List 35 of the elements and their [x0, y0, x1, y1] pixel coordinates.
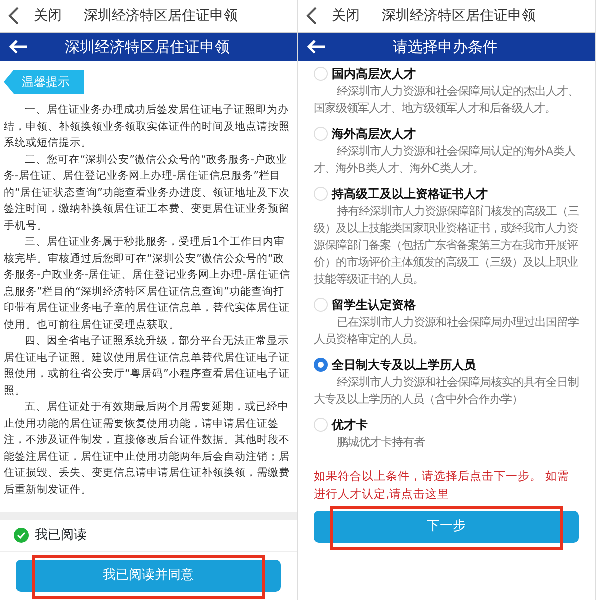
chevron-back-icon[interactable]	[306, 7, 318, 25]
option-title: 全日制大专及以上学历人员	[332, 357, 476, 374]
option-title: 优才卡	[332, 417, 368, 434]
checkbox-label: 我已阅读	[35, 526, 87, 544]
option-title: 留学生认定资格	[332, 297, 416, 314]
radio-button[interactable]	[314, 358, 328, 372]
close-link[interactable]: 关闭	[34, 6, 62, 26]
next-step-button[interactable]: 下一步	[314, 511, 579, 543]
notice-paragraph: 五、居住证处于有效期最后两个月需要延期，或已经中止使用功能的居住证需要恢复使用功能，请申请居住证签注，不涉及证件制发，直接修改后台证件数据。其他时段不能签注居住证，居住证中止使用功能两年后会自动注销；居住证损毁、丢失、变更信息请申请居住证补领换领，需缴费后重新制发证件。	[4, 400, 291, 498]
read-checkbox[interactable]	[14, 528, 29, 543]
window-title: 深圳经济特区居住证申领	[84, 6, 238, 26]
page-title: 请选择申办条件	[392, 36, 499, 58]
notice-paragraph: 三、居住证业务属于秒批服务，受理后1个工作日内审核完毕。审核通过后您即可在“深圳公安”微信公众号的“政务服务-户政业务-居住证、居住登记业务网上办理-居住证信息服务”栏目的“深圳经济特区居住证信息查询”功能查询打印带有居住证业务电子章的居住证信息单，替代实体居住证使用。也可前往居住证受理点获取。	[4, 235, 292, 332]
page-title: 深圳经济特区居住证申领	[64, 36, 231, 58]
notice-text: 如果符合以上条件，请选择后点击下一步。 如需进行人才认定,请点击这里	[313, 468, 571, 503]
back-arrow-icon[interactable]	[8, 39, 28, 55]
agree-button[interactable]: 我已阅读并同意	[16, 560, 281, 592]
tip-tag: 温馨提示	[4, 70, 84, 94]
option-title: 海外高层次人才	[332, 126, 416, 143]
option-description: 经深圳市人力资源和社会保障局认定的杰出人才、国家级领军人才、地方级领军人才和后备级人才。	[314, 83, 579, 117]
back-arrow-icon[interactable]	[306, 39, 326, 55]
option-description: 经深圳市人力资源和社会保障局认定的海外A类人才、海外B类人才、海外C类人才。	[314, 143, 577, 177]
here-link[interactable]: 这里	[426, 487, 450, 501]
option-description: 鹏城优才卡持有者	[336, 434, 426, 451]
close-link[interactable]: 关闭	[332, 6, 360, 26]
option-description: 已在深圳市人力资源和社会保障局办理过出国留学人员资格审定的人员。	[314, 314, 579, 348]
chevron-back-icon[interactable]	[8, 7, 20, 25]
option-description: 经深圳市人力资源和社会保障局核实的具有全日制大专及以上学历的人员（含中外合作办学）	[314, 374, 579, 408]
notice-paragraph: 四、因全省电子证照系统升级，部分平台无法正常显示居住证电子证照。建议使用居住证信息单替代居住证电子证照使用，或前往省公安厅“粤居码”小程序查看居住证电子证照。	[4, 334, 291, 398]
option-description: 持有经深圳市人力资源保障部门核发的高级工（三级）及以上技能类国家职业资格证书，或经我市人力资源保障部门备案（包括广东省备案第三方在我市开展评价）的市场评价主体颁发的高级工（三级）及以上职业技能等级证书的人员。	[314, 203, 579, 288]
window-title: 深圳经济特区居住证申领	[382, 6, 536, 26]
option-title: 持高级工及以上资格证书人才	[332, 186, 488, 203]
notice-paragraph: 一、居住证业务办理成功后签发居住证电子证照即为办结，申领、补领换领业务领取实体证件的时间及地点请按照系统或短信提示。	[4, 103, 291, 151]
option-title: 国内高层次人才	[332, 66, 416, 83]
notice-paragraph: 二、您可在“深圳公安”微信公众号的“政务服务-户政业务-居住证、居住登记业务网上办理-居住证信息服务”栏目的“居住证状态查询”功能查看业务办进度、领证地址及下次签注时间，缴纳补换领居住证工本费、变更居住证业务预留手机号。	[4, 152, 291, 234]
